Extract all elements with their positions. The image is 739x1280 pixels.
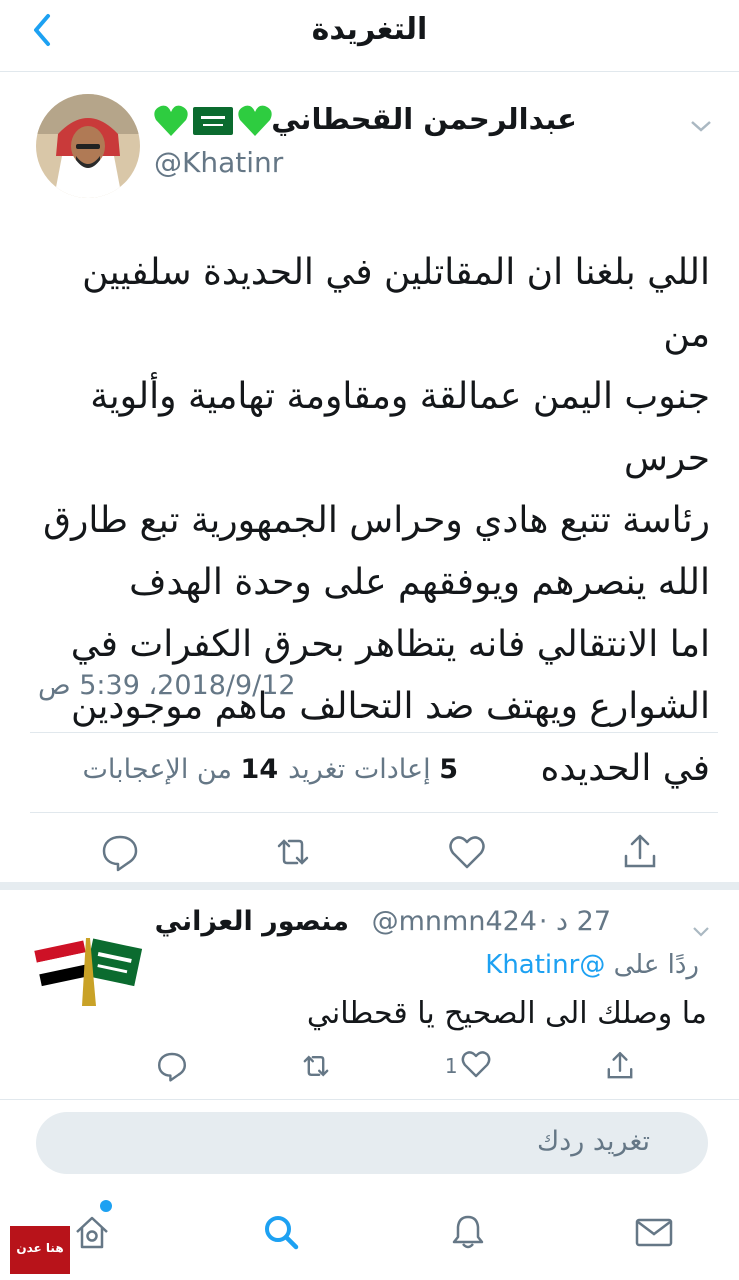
handle[interactable]: @Khatinr (154, 146, 283, 179)
divider (30, 732, 718, 733)
page-title: التغريدة (311, 12, 428, 47)
display-name[interactable]: عبدالرحمن القحطاني (271, 102, 577, 136)
likes-label: من الإعجابات (82, 754, 232, 785)
share-icon[interactable] (620, 832, 660, 872)
tweet-text-line: اللي بلغنا ان المقاتلين في الحديدة سلفيي… (82, 252, 710, 355)
tweet-text-line: رئاسة تتبع هادي وحراس الجمهورية تبع طارق (43, 500, 710, 541)
retweets-stat[interactable]: 5 إعادات تغريد (288, 754, 458, 785)
top-navbar: التغريدة (0, 0, 739, 72)
main-tweet: عبدالرحمن القحطاني @Khatinr اللي بلغنا ا… (0, 72, 739, 890)
tweet-actions (100, 832, 660, 872)
bottom-tab-bar (0, 1194, 739, 1280)
compose-placeholder: تغريد ردك (536, 1126, 650, 1157)
reply-actions: 1 (156, 1050, 636, 1082)
reply-time: 27 د · (538, 906, 611, 937)
green-heart-icon (153, 104, 189, 142)
reply-compose-input[interactable]: تغريد ردك (36, 1112, 708, 1174)
retweet-icon[interactable] (273, 832, 313, 872)
caret-down-icon[interactable] (691, 924, 711, 938)
green-heart-icon (237, 104, 273, 142)
name-emojis (153, 104, 273, 142)
avatar[interactable] (36, 94, 140, 198)
caret-down-icon[interactable] (689, 118, 713, 134)
avatar[interactable] (34, 918, 143, 1008)
retweets-count: 5 (439, 754, 458, 785)
reply-like[interactable]: 1 (445, 1050, 492, 1082)
reply-icon[interactable] (156, 1050, 188, 1082)
reply-text: ما وصلك الى الصحيح يا قحطاني (306, 996, 707, 1031)
divider (30, 812, 718, 813)
tweet-text-line: اما الانتقالي فانه يتظاهر بحرق الكفرات ف… (70, 624, 710, 665)
tweet-datetime: 2018/9/12، 5:39 ص (38, 670, 296, 701)
tweet-text: اللي بلغنا ان المقاتلين في الحديدة سلفيي… (30, 242, 710, 800)
likes-count: 14 (240, 754, 279, 785)
watermark-logo: هنا عدن (10, 1226, 70, 1274)
replying-prefix: ردًا على (613, 950, 699, 980)
share-icon[interactable] (604, 1050, 636, 1082)
retweets-label: إعادات تغريد (288, 754, 431, 785)
messages-icon[interactable] (634, 1212, 674, 1252)
tweet-stats: 14 من الإعجابات 5 إعادات تغريد (38, 754, 459, 785)
reply-tweet[interactable]: 27 د · @mnmn424 منصور العزاني ردًا على @… (0, 890, 739, 1100)
tweet-text-line: جنوب اليمن عمالقة ومقاومة تهامية وألوية … (90, 376, 710, 479)
retweet-icon[interactable] (300, 1050, 332, 1082)
home-icon[interactable] (72, 1212, 112, 1252)
search-icon[interactable] (261, 1212, 301, 1252)
saudi-flag-icon (193, 106, 233, 140)
notification-dot (100, 1200, 112, 1212)
like-icon[interactable] (447, 832, 487, 872)
like-icon[interactable] (460, 1048, 492, 1084)
reply-icon[interactable] (100, 832, 140, 872)
like-count: 1 (444, 1054, 458, 1078)
tweet-text-line: الله ينصرهم ويوفقهم على وحدة الهدف (129, 562, 710, 603)
reply-display-name[interactable]: منصور العزاني (155, 906, 349, 937)
notifications-icon[interactable] (448, 1212, 488, 1252)
replying-to-link[interactable]: @Khatinr (485, 950, 605, 980)
likes-stat[interactable]: 14 من الإعجابات (83, 754, 279, 785)
reply-handle[interactable]: @mnmn424 (372, 906, 537, 937)
replying-to: ردًا على @Khatinr (485, 950, 699, 980)
